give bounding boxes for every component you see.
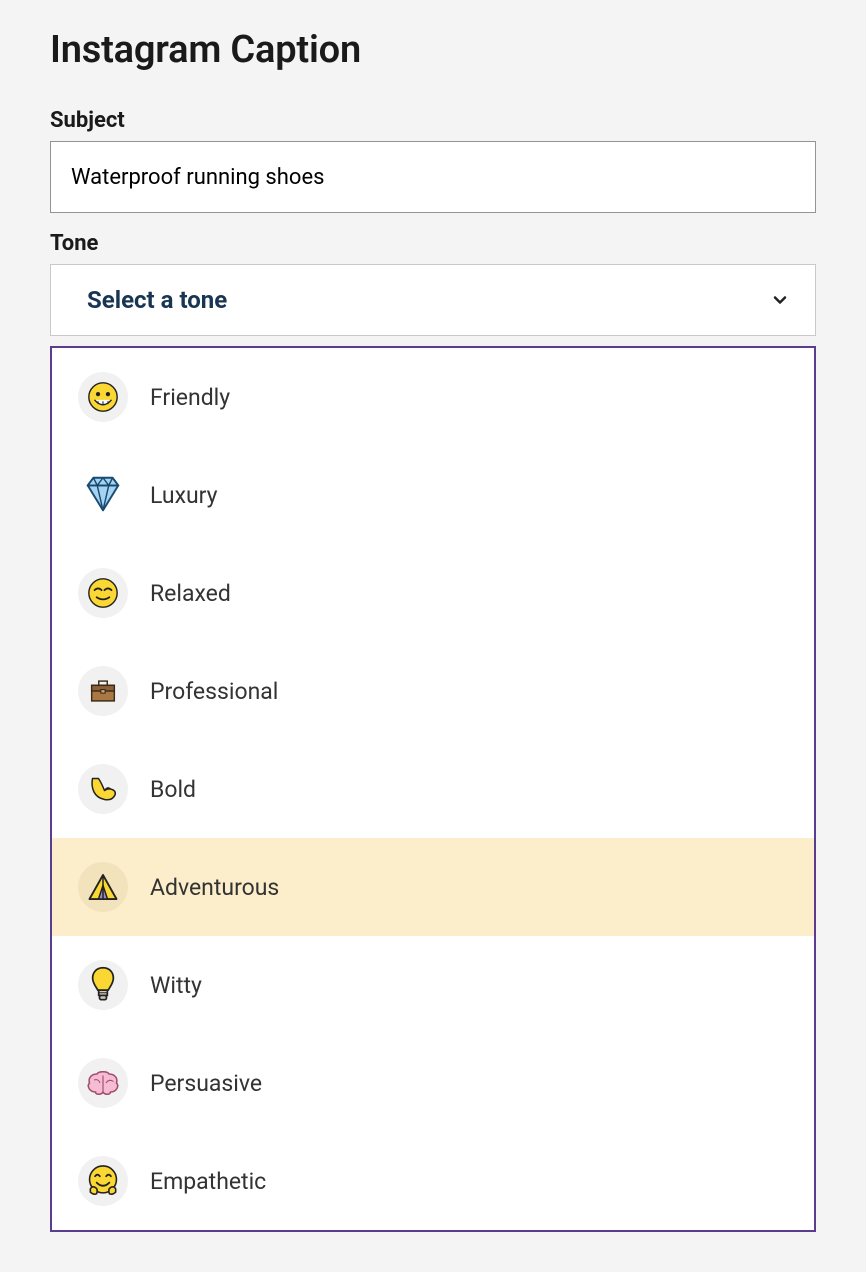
tone-option-label: Empathetic [150,1168,266,1195]
flex-arm-icon [78,764,128,814]
tone-option-empathetic[interactable]: Empathetic [52,1132,814,1230]
tone-option-witty[interactable]: Witty [52,936,814,1034]
tone-select[interactable]: Select a tone [50,264,816,336]
tone-option-label: Luxury [150,482,218,509]
tent-icon [78,862,128,912]
page-title: Instagram Caption [50,28,816,72]
briefcase-icon [78,666,128,716]
tone-option-relaxed[interactable]: Relaxed [52,544,814,642]
brain-icon [78,1058,128,1108]
tone-option-bold[interactable]: Bold [52,740,814,838]
relaxed-icon [78,568,128,618]
hugging-face-icon [78,1156,128,1206]
tone-option-persuasive[interactable]: Persuasive [52,1034,814,1132]
tone-option-label: Professional [150,678,278,705]
subject-input[interactable] [50,141,816,213]
tone-option-friendly[interactable]: Friendly [52,348,814,446]
tone-option-label: Bold [150,776,196,803]
tone-label: Tone [50,231,816,256]
friendly-icon [78,372,128,422]
tone-option-label: Friendly [150,384,230,411]
diamond-icon [78,470,128,520]
tone-select-placeholder: Select a tone [87,286,227,314]
tone-option-adventurous[interactable]: Adventurous [52,838,814,936]
page: Instagram Caption Subject Tone Select a … [0,0,866,1272]
tone-option-label: Adventurous [150,874,279,901]
tone-dropdown: Friendly Luxury [50,346,816,1232]
tone-option-label: Relaxed [150,580,231,607]
tone-option-luxury[interactable]: Luxury [52,446,814,544]
tone-option-label: Witty [150,972,202,999]
subject-label: Subject [50,108,816,133]
tone-option-professional[interactable]: Professional [52,642,814,740]
chevron-down-icon [769,289,791,311]
lightbulb-icon [78,960,128,1010]
tone-option-label: Persuasive [150,1070,262,1097]
